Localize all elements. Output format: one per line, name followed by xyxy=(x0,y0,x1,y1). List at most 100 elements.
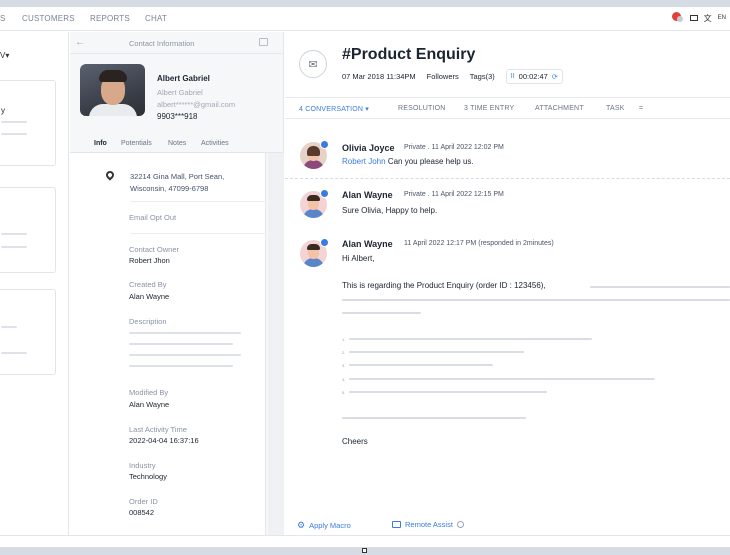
envelope-icon: ✉ xyxy=(299,50,327,78)
placeholder-line xyxy=(1,326,17,328)
pause-icon[interactable]: II xyxy=(511,73,515,80)
description-line xyxy=(129,354,241,356)
placeholder-line xyxy=(1,352,27,354)
tab-info[interactable]: Info xyxy=(94,140,107,147)
tab-potentials[interactable]: Potentials xyxy=(121,140,152,147)
timer-value: 00:02:47 xyxy=(518,72,548,81)
placeholder-line xyxy=(1,133,27,135)
nav-item-reports[interactable]: REPORTS xyxy=(90,14,130,23)
message-body: This is regarding the Product Enquiry (o… xyxy=(342,281,546,290)
info-icon[interactable] xyxy=(456,521,464,528)
tab-conversation[interactable]: 4 CONVERSATION ▾ xyxy=(299,105,369,113)
message-author: Alan Wayne xyxy=(342,239,393,249)
contact-info-body: 32214 Gina Mall, Port Sean, Wisconsin, 4… xyxy=(70,153,266,535)
message-badge-icon xyxy=(320,140,329,149)
contact-avatar xyxy=(80,64,145,116)
tab-activities[interactable]: Activities xyxy=(201,140,229,147)
contact-panel: ← Contact Information Albert Gabriel Alb… xyxy=(70,32,284,535)
list-number: 2. xyxy=(342,350,346,355)
contact-scrollbar[interactable] xyxy=(268,153,284,535)
nav-right-tools: 文 EN xyxy=(671,12,726,24)
contact-sub-name: Albert Gabriel xyxy=(157,88,203,97)
divider xyxy=(130,233,266,234)
followers-link[interactable]: Followers xyxy=(427,72,459,81)
list-line xyxy=(349,338,592,340)
message-meta: Private . 11 April 2022 12:02 PM xyxy=(404,144,504,151)
field-label-industry: Industry xyxy=(129,461,156,470)
external-link-icon[interactable] xyxy=(259,38,268,46)
placeholder-line xyxy=(1,246,27,248)
footer-bar xyxy=(0,535,730,547)
divider xyxy=(285,178,730,179)
ticket-timer: II 00:02:47 ⟳ xyxy=(505,69,563,84)
nav-item-customers[interactable]: CUSTOMERS xyxy=(22,14,75,23)
list-line xyxy=(349,364,493,366)
field-value-last-activity: 2022-04-04 16:37:16 xyxy=(129,436,199,445)
resize-handle[interactable] xyxy=(362,548,367,553)
description-line xyxy=(129,365,233,367)
app-frame: S CUSTOMERS REPORTS CHAT 文 EN V▾ y ← Con… xyxy=(0,7,730,547)
placeholder-line xyxy=(1,233,27,235)
sort-select[interactable]: V▾ xyxy=(0,51,9,60)
message-author: Alan Wayne xyxy=(342,190,393,200)
tab-more[interactable]: = xyxy=(639,105,643,112)
refresh-icon[interactable]: ⟳ xyxy=(552,73,558,81)
message-greeting: Hi Albert, xyxy=(342,254,375,263)
language-label[interactable]: EN xyxy=(718,15,726,21)
description-line xyxy=(129,343,233,345)
reply-toolbar: ⚙ Apply Macro Remote Assist xyxy=(285,515,730,535)
ticket-list-panel: V▾ y xyxy=(0,32,69,535)
message-text: Robert John Can you please help us. xyxy=(342,157,474,166)
grid-icon[interactable] xyxy=(689,15,698,21)
field-value-contact-owner: Robert Jhon xyxy=(129,256,170,265)
back-arrow-icon[interactable]: ← xyxy=(75,37,85,48)
language-icon[interactable]: 文 xyxy=(704,13,712,24)
contact-panel-title: Contact Information xyxy=(129,39,195,48)
tab-notes[interactable]: Notes xyxy=(168,140,186,147)
field-value-modified-by: Alan Wayne xyxy=(129,400,170,409)
address-line-2: Wisconsin, 47099-6798 xyxy=(130,184,209,193)
list-number: 5. xyxy=(342,390,346,395)
divider xyxy=(130,201,266,202)
ticket-title: #Product Enquiry xyxy=(342,46,476,63)
contact-phone: 9903***918 xyxy=(157,112,198,121)
field-value-industry: Technology xyxy=(129,472,167,481)
message-badge-icon xyxy=(320,189,329,198)
field-label-last-activity: Last Activity Time xyxy=(129,425,187,434)
list-line xyxy=(349,391,547,393)
placeholder-line xyxy=(342,417,526,419)
monitor-icon xyxy=(392,521,401,528)
ticket-main: ✉ #Product Enquiry 07 Mar 2018 11:34PM F… xyxy=(285,32,730,535)
tab-resolution[interactable]: RESOLUTION xyxy=(398,105,446,112)
tab-task[interactable]: TASK xyxy=(606,105,625,112)
message-text: Sure Olivia, Happy to help. xyxy=(342,206,438,215)
ticket-card-label: y xyxy=(1,106,5,115)
field-label-order-id: Order ID xyxy=(129,497,158,506)
notification-icon[interactable] xyxy=(671,12,684,24)
list-line xyxy=(349,378,655,380)
ticket-card[interactable] xyxy=(0,289,56,375)
field-value-created-by: Alan Wayne xyxy=(129,292,170,301)
placeholder-line xyxy=(342,312,421,314)
message-meta: Private . 11 April 2022 12:15 PM xyxy=(404,191,504,198)
mention-link[interactable]: Robert John xyxy=(342,157,386,166)
macro-icon: ⚙ xyxy=(297,520,306,530)
ticket-card[interactable]: y xyxy=(0,80,56,166)
nav-item-chat[interactable]: CHAT xyxy=(145,14,167,23)
placeholder-line xyxy=(1,121,27,123)
tags-link[interactable]: Tags(3) xyxy=(470,72,495,81)
placeholder-line xyxy=(590,286,730,288)
contact-email: albert******@gmail.com xyxy=(157,100,236,109)
placeholder-line xyxy=(342,299,730,301)
nav-item-partial[interactable]: S xyxy=(0,14,6,23)
ticket-card[interactable] xyxy=(0,187,56,273)
tab-time-entry[interactable]: 3 TIME ENTRY xyxy=(464,105,514,112)
top-nav: S CUSTOMERS REPORTS CHAT 文 EN xyxy=(0,7,730,31)
contact-tabs: Info Potentials Notes Activities xyxy=(70,135,284,153)
message-author: Olivia Joyce xyxy=(342,143,395,153)
conversation-tabs: 4 CONVERSATION ▾ RESOLUTION 3 TIME ENTRY… xyxy=(285,97,730,119)
tab-attachment[interactable]: ATTACHMENT xyxy=(535,105,584,112)
remote-assist-button[interactable]: Remote Assist xyxy=(392,520,464,529)
address-line-1: 32214 Gina Mall, Port Sean, xyxy=(130,172,225,181)
apply-macro-button[interactable]: ⚙ Apply Macro xyxy=(297,520,351,531)
